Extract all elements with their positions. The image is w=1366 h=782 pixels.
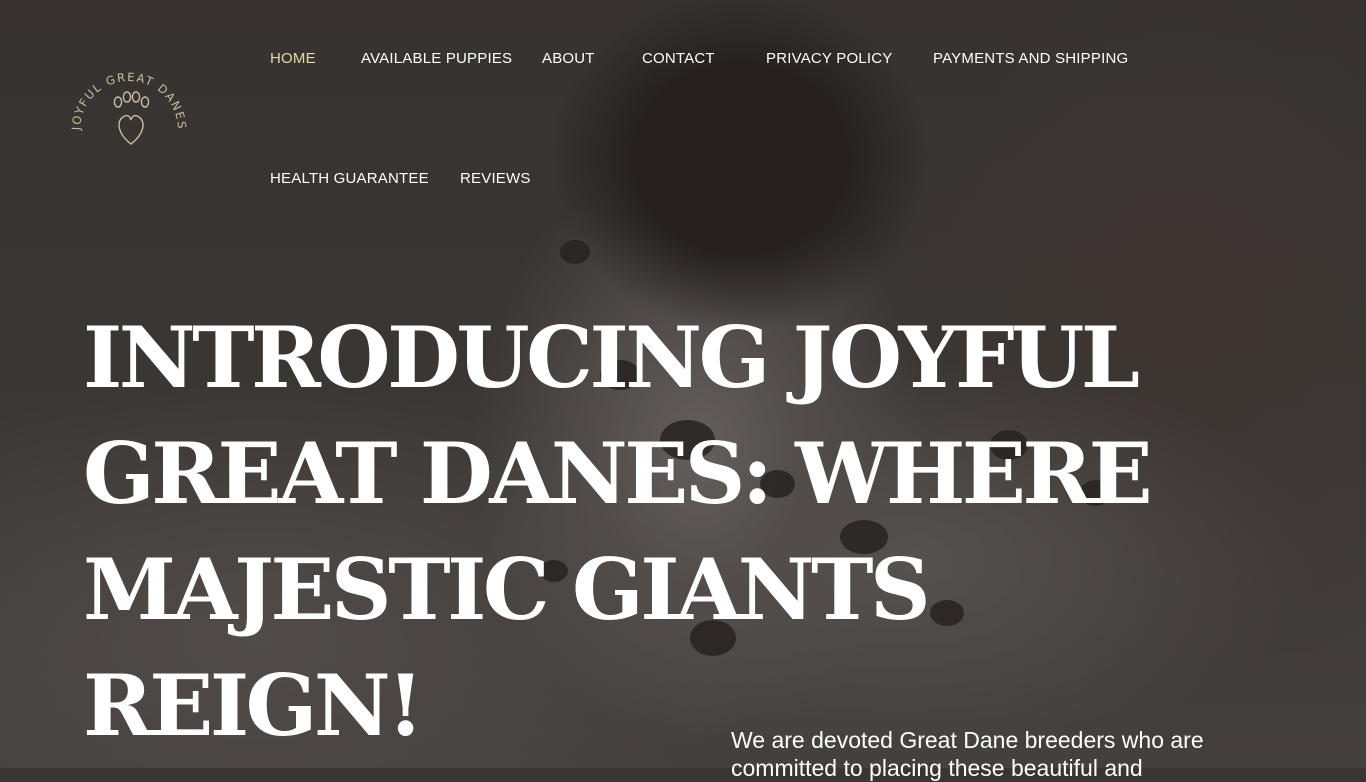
hero-title-line: INTRODUCING JOYFUL	[83, 308, 1140, 407]
hero-title-line: GREAT DANES: WHERE	[83, 424, 1153, 523]
hero-title-line: MAJESTIC GIANTS REIGN!	[83, 540, 931, 755]
nav-item-payments-and-shipping[interactable]: PAYMENTS AND SHIPPING	[933, 50, 1128, 67]
nav-item-about[interactable]: ABOUT	[542, 50, 595, 67]
nav-item-home[interactable]: HOME	[270, 50, 316, 67]
main-navigation: HOME AVAILABLE PUPPIES ABOUT CONTACT PRI…	[0, 0, 1366, 240]
nav-item-reviews[interactable]: REVIEWS	[460, 170, 531, 187]
nav-item-privacy-policy[interactable]: PRIVACY POLICY	[766, 50, 892, 67]
hero-title: INTRODUCING JOYFUL GREAT DANES: WHERE MA…	[83, 300, 1203, 764]
nav-item-available-puppies[interactable]: AVAILABLE PUPPIES	[361, 50, 512, 67]
hero-intro-text: We are devoted Great Dane breeders who a…	[731, 727, 1204, 781]
nav-item-health-guarantee[interactable]: HEALTH GUARANTEE	[270, 170, 429, 187]
nav-item-contact[interactable]: CONTACT	[642, 50, 715, 67]
